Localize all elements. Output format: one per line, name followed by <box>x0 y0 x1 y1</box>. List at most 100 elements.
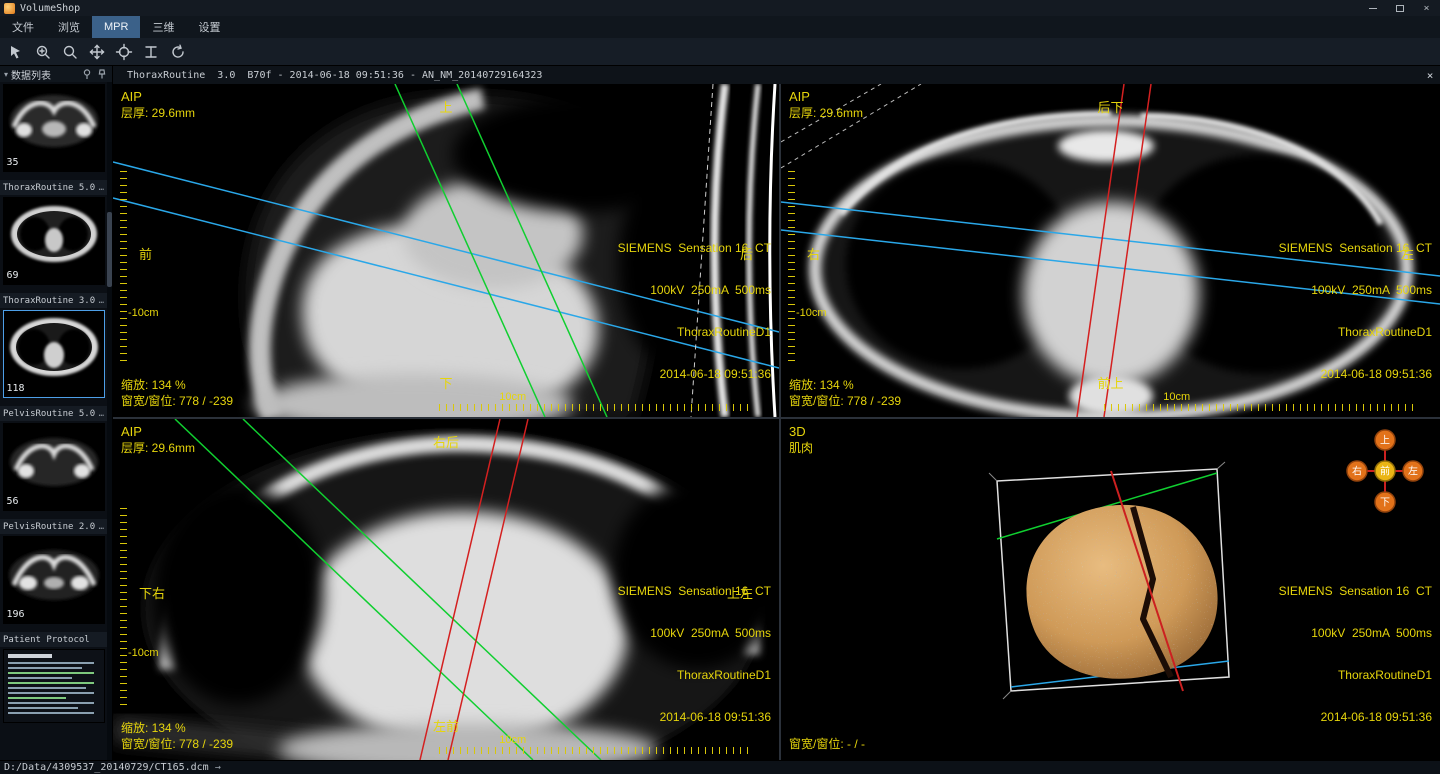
series-label-text: Patient Protocol <box>3 634 90 645</box>
protocol-thumbnail <box>3 650 104 722</box>
menu-browse[interactable]: 浏览 <box>46 16 92 38</box>
menu-bar: 文件 浏览 MPR 三维 设置 <box>0 16 1440 38</box>
series-item-0[interactable]: 35 <box>0 84 107 172</box>
orientation-label-bottom: 左前 <box>432 719 460 734</box>
series-thumbnail[interactable] <box>2 649 105 723</box>
minimize-button[interactable] <box>1359 0 1386 16</box>
slab-thickness-label: 层厚: 29.6mm <box>121 106 196 120</box>
slab-thickness-label: 层厚: 29.6mm <box>789 106 864 120</box>
series-label[interactable]: ThoraxRoutine 3.0 … <box>0 293 107 308</box>
more-icon: … <box>98 295 104 306</box>
series-list: 35 ThoraxRoutine 5.0 … 69 ThoraxRoutine … <box>0 82 107 760</box>
crosshair-button[interactable] <box>112 40 136 64</box>
chevron-down-icon: ▾ <box>4 69 9 79</box>
data-list-header[interactable]: ▾ 数据列表 <box>0 66 112 82</box>
compass-center-label: 前 <box>1380 465 1390 478</box>
magnifier-button[interactable] <box>58 40 82 64</box>
slice-count: 69 <box>6 270 19 281</box>
slice-scroll-button[interactable] <box>139 40 163 64</box>
series-label[interactable]: PelvisRoutine 2.0 … <box>0 519 107 534</box>
more-icon: … <box>98 182 104 193</box>
scrollbar-thumb[interactable] <box>107 212 112 287</box>
minimize-icon <box>1368 7 1377 9</box>
window-level-readout: 窗宽/窗位: 778 / -239 <box>121 394 234 408</box>
zoom-in-button[interactable] <box>31 40 55 64</box>
window-level-readout: 窗宽/窗位: - / - <box>789 737 865 751</box>
link-icon[interactable] <box>81 68 93 80</box>
series-item-5-protocol[interactable]: Patient Protocol <box>0 632 107 723</box>
close-icon: × <box>1423 2 1430 14</box>
pan-icon <box>89 44 105 59</box>
series-item-3[interactable]: PelvisRoutine 5.0 … 56 <box>0 406 107 511</box>
viewport-3d[interactable]: 上 下 右 左 前 3D 肌肉 窗宽/窗位: - / - SIEMENS Sen… <box>781 419 1440 760</box>
title-bar: VolumeShop × <box>0 0 1440 16</box>
reset-button[interactable] <box>166 40 190 64</box>
device-info-line: ThoraxRoutineD1 <box>1337 325 1432 339</box>
device-info-line: 100kV 250mA 500ms <box>650 626 771 640</box>
data-list-title: 数据列表 <box>11 70 52 82</box>
series-label[interactable]: Patient Protocol <box>0 632 107 647</box>
orientation-label-left: 下右 <box>139 585 166 601</box>
horizontal-ruler-label: 10cm <box>499 734 527 746</box>
series-thumbnail[interactable]: 35 <box>2 84 105 172</box>
series-label[interactable]: ThoraxRoutine 5.0 … <box>0 180 107 195</box>
magnifier-icon <box>63 45 77 59</box>
compass-down-label: 下 <box>1380 498 1390 509</box>
window-level-readout: 窗宽/窗位: 778 / -239 <box>121 737 234 751</box>
series-label-text: PelvisRoutine 2.0 <box>3 521 96 532</box>
close-icon: × <box>1426 68 1434 82</box>
series-label[interactable]: PelvisRoutine 5.0 … <box>0 406 107 421</box>
render-mode-label: 3D <box>789 424 806 439</box>
series-close-button[interactable]: × <box>1420 69 1440 82</box>
orientation-compass[interactable]: 上 下 右 左 前 <box>1346 427 1424 515</box>
device-info-line: SIEMENS Sensation 16 CT <box>1278 241 1432 255</box>
status-bar: D:/Data/4309537_20140729/CT165.dcm → <box>0 760 1440 774</box>
status-arrow-icon: → <box>214 762 221 773</box>
render-mode-label: AIP <box>121 89 142 104</box>
device-info-line: 2014-06-18 09:51:36 <box>1320 710 1432 724</box>
series-item-4[interactable]: PelvisRoutine 2.0 … 196 <box>0 519 107 624</box>
slice-count: 35 <box>6 157 19 168</box>
orientation-label-top: 上 <box>439 100 453 115</box>
vertical-ruler <box>120 507 127 706</box>
vertical-ruler-label: -10cm <box>128 647 159 660</box>
menu-file[interactable]: 文件 <box>0 16 46 38</box>
menu-settings[interactable]: 设置 <box>186 16 232 38</box>
series-thumbnail[interactable]: 56 <box>2 423 105 511</box>
compass-left-label: 右 <box>1352 465 1362 478</box>
maximize-button[interactable] <box>1386 0 1413 16</box>
slab-thickness-label: 层厚: 29.6mm <box>121 441 196 455</box>
zoom-in-icon <box>36 45 50 59</box>
ct-thumbnail-pelvis <box>3 537 104 609</box>
close-button[interactable]: × <box>1413 0 1440 16</box>
ct-thumbnail-lung <box>3 311 104 383</box>
menu-3d[interactable]: 三维 <box>140 16 186 38</box>
slice-count: 118 <box>6 383 25 394</box>
menu-mpr[interactable]: MPR <box>92 16 141 38</box>
ct-thumbnail-abdomen <box>3 85 104 157</box>
pin-icon[interactable] <box>96 68 108 80</box>
viewport-axial[interactable]: -10cm 10cm AIP 层厚: 29.6mm 后下 右 左 前上 缩放: … <box>781 84 1440 417</box>
ct-thumbnail-pelvis <box>3 424 104 496</box>
sidebar-scrollbar[interactable] <box>107 82 112 760</box>
series-item-2-selected[interactable]: ThoraxRoutine 3.0 … 118 <box>0 293 107 398</box>
window-level-readout: 窗宽/窗位: 778 / -239 <box>789 394 902 408</box>
viewport-oblique[interactable]: -10cm 10cm AIP 层厚: 29.6mm 右后 下右 上左 左前 缩放… <box>113 419 779 760</box>
orientation-label-bottom: 前上 <box>1097 376 1124 391</box>
device-info-line: SIEMENS Sensation 16 CT <box>1278 584 1432 598</box>
probe-button[interactable] <box>4 40 28 64</box>
series-thumbnail[interactable]: 118 <box>2 310 105 398</box>
device-info-line: ThoraxRoutineD1 <box>1337 668 1432 682</box>
device-info-block: SIEMENS Sensation 16 CT 100kV 250mA 500m… <box>1279 213 1432 409</box>
vertical-ruler-label: -10cm <box>128 307 159 320</box>
series-item-1[interactable]: ThoraxRoutine 5.0 … 69 <box>0 180 107 285</box>
pan-button[interactable] <box>85 40 109 64</box>
viewport-sagittal[interactable]: -10cm 10cm AIP 层厚: 29.6mm 上 前 后 下 缩放: 13… <box>113 84 779 417</box>
device-info-line: SIEMENS Sensation 16 CT <box>617 241 771 255</box>
series-thumbnail[interactable]: 196 <box>2 536 105 624</box>
vertical-ruler <box>120 170 127 364</box>
device-info-line: ThoraxRoutineD1 <box>676 325 771 339</box>
more-icon: … <box>98 408 104 419</box>
device-info-block: SIEMENS Sensation 16 CT 100kV 250mA 500m… <box>1279 556 1432 752</box>
series-thumbnail[interactable]: 69 <box>2 197 105 285</box>
